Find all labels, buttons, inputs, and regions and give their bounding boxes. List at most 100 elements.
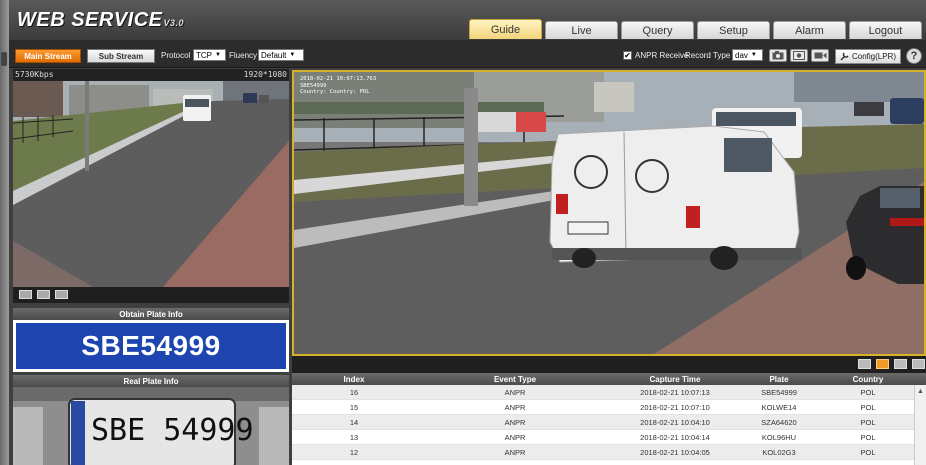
lpr-scene-image [294, 72, 924, 354]
image-mode-icon[interactable] [858, 359, 871, 369]
tab-alarm[interactable]: Alarm [773, 21, 846, 39]
cell-event-type: ANPR [504, 432, 526, 442]
real-plate-image: SBE 54999 [13, 387, 289, 465]
small-video-info: 5730Kbps 1920*1080 [13, 69, 289, 81]
overview-camera-feed[interactable] [13, 81, 289, 287]
bitrate-readout: 5730Kbps [15, 70, 54, 79]
cell-plate: KOL96HU [761, 432, 797, 442]
cell-country: POL [860, 432, 876, 442]
record-type-label: Record Type [685, 51, 731, 60]
chevron-down-icon: ▼ [750, 52, 757, 58]
real-plate-header: Real Plate Info [13, 375, 289, 387]
table-header: Index Event Type Capture Time Plate Coun… [292, 373, 926, 385]
snapshot-icon[interactable] [769, 49, 787, 62]
overview-scene-image [13, 81, 289, 287]
column-header-event-type[interactable]: Event Type [416, 373, 614, 385]
nav-tabs: Guide Live Query Setup Alarm Logout [469, 19, 922, 39]
tab-query[interactable]: Query [621, 21, 694, 39]
protocol-label: Protocol [161, 51, 191, 60]
cell-plate: KOLWE14 [761, 402, 797, 412]
config-lpr-label: Config(LPR) [851, 52, 896, 61]
tab-live[interactable]: Live [545, 21, 618, 39]
wrench-icon [840, 52, 849, 61]
record-type-value: dav [735, 50, 748, 60]
plate-display: SBE54999 [13, 320, 289, 372]
fullscreen-icon[interactable] [912, 359, 925, 369]
osd-timestamp: 2018-02-21 10:07:13.763 [300, 76, 377, 82]
anpr-receive-label: ANPR Receive [635, 51, 689, 60]
config-lpr-button[interactable]: Config(LPR) [835, 49, 901, 64]
app-window: WEB SERVICEV3.0 Guide Live Query Setup A… [9, 0, 926, 465]
cell-plate: SBE54999 [761, 387, 797, 397]
cell-event-type: ANPR [504, 402, 526, 412]
overview-controls [13, 287, 289, 303]
help-icon[interactable]: ? [906, 48, 922, 64]
cell-capture-time: 2018-02-21 10:07:10 [640, 402, 710, 412]
column-header-plate[interactable]: Plate [736, 373, 822, 385]
original-size-icon[interactable] [37, 290, 50, 299]
record-type-select[interactable]: dav ▼ [732, 49, 763, 61]
cell-event-type: ANPR [504, 447, 526, 457]
table-row[interactable]: 12 ANPR 2018-02-21 10:04:05 KOL02G3 POL [292, 445, 926, 460]
stream-toolbar: Main Stream Sub Stream Protocol TCP ▼ Flu… [9, 40, 926, 68]
cell-capture-time: 2018-02-21 10:04:10 [640, 417, 710, 427]
cell-country: POL [860, 402, 876, 412]
grid-view-icon[interactable] [894, 359, 907, 369]
cell-plate: KOL02G3 [762, 447, 796, 457]
cell-index: 13 [349, 432, 359, 442]
sub-stream-button[interactable]: Sub Stream [87, 49, 155, 63]
fluency-value: Default [261, 50, 287, 60]
anpr-events-table: Index Event Type Capture Time Plate Coun… [292, 373, 926, 465]
obtain-plate-header: Obtain Plate Info [13, 308, 289, 320]
cell-event-type: ANPR [504, 387, 526, 397]
tab-setup[interactable]: Setup [697, 21, 770, 39]
cell-capture-time: 2018-02-21 10:07:13 [640, 387, 710, 397]
table-row[interactable]: 14 ANPR 2018-02-21 10:04:10 SZA64620 POL [292, 415, 926, 430]
column-header-index[interactable]: Index [292, 373, 416, 385]
fluency-label: Fluency [229, 51, 258, 60]
table-row[interactable]: 13 ANPR 2018-02-21 10:04:14 KOL96HU POL [292, 430, 926, 445]
video-camera-icon[interactable] [811, 49, 829, 62]
osd-country: Country: Country: POL [300, 89, 370, 95]
table-scrollbar[interactable]: ▲ [914, 385, 926, 465]
column-header-country[interactable]: Country [822, 373, 914, 385]
protocol-select[interactable]: TCP ▼ [193, 49, 226, 61]
anpr-receive-checkbox[interactable]: ✔ [623, 51, 632, 60]
main-stream-button[interactable]: Main Stream [15, 49, 81, 63]
edge-handle [1, 52, 7, 66]
scroll-up-icon[interactable]: ▲ [917, 388, 924, 395]
app-logo: WEB SERVICEV3.0 [17, 9, 184, 32]
lpr-video-controls [292, 356, 926, 373]
cell-index: 14 [349, 417, 359, 427]
protocol-value: TCP [196, 50, 212, 60]
chevron-down-icon: ▼ [289, 52, 296, 58]
window-edge [0, 0, 9, 465]
logo-version: V3.0 [163, 18, 185, 28]
table-row[interactable]: 15 ANPR 2018-02-21 10:07:10 KOLWE14 POL [292, 400, 926, 415]
table-body: 16 ANPR 2018-02-21 10:07:13 SBE54999 POL… [292, 385, 926, 460]
plate-number: SBE54999 [16, 323, 286, 369]
single-view-icon[interactable] [876, 359, 889, 369]
column-header-capture-time[interactable]: Capture Time [614, 373, 736, 385]
fluency-select[interactable]: Default ▼ [258, 49, 304, 61]
lpr-camera-feed[interactable]: 2018-02-21 10:07:13.763 SBE54999 Country… [292, 70, 926, 356]
header-bar: WEB SERVICEV3.0 Guide Live Query Setup A… [9, 0, 926, 40]
fit-window-icon[interactable] [19, 290, 32, 299]
resolution-readout: 1920*1080 [243, 70, 287, 79]
chevron-down-icon: ▼ [215, 52, 221, 58]
cell-country: POL [860, 447, 876, 457]
real-plate-text: SBE 54999 [91, 413, 254, 448]
cell-index: 16 [349, 387, 359, 397]
cell-country: POL [860, 387, 876, 397]
cell-country: POL [860, 417, 876, 427]
fullscreen-icon[interactable] [55, 290, 68, 299]
table-row[interactable]: 16 ANPR 2018-02-21 10:07:13 SBE54999 POL [292, 385, 926, 400]
tab-guide[interactable]: Guide [469, 19, 542, 39]
record-icon[interactable] [790, 49, 808, 62]
tab-logout[interactable]: Logout [849, 21, 922, 39]
cell-capture-time: 2018-02-21 10:04:05 [640, 447, 710, 457]
cell-event-type: ANPR [504, 417, 526, 427]
cell-plate: SZA64620 [761, 417, 797, 427]
cell-index: 12 [349, 447, 359, 457]
logo-text: WEB SERVICE [17, 9, 163, 31]
